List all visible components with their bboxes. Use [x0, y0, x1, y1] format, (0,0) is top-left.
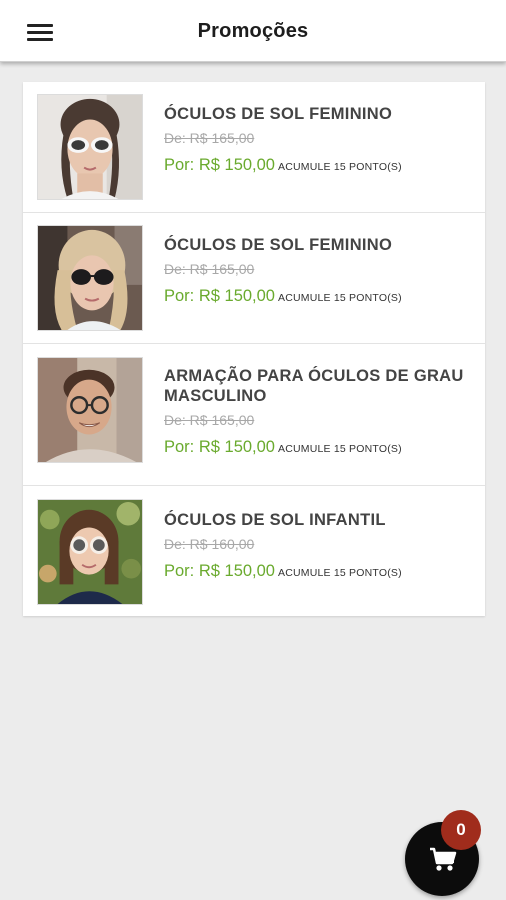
new-price: Por: R$ 150,00	[164, 438, 275, 456]
old-price: De: R$ 165,00	[164, 412, 255, 428]
old-price: De: R$ 165,00	[164, 261, 255, 277]
shopping-cart-icon	[430, 847, 457, 871]
product-name: ARMAÇÃO PARA ÓCULOS DE GRAU MASCULINO	[164, 367, 464, 405]
product-name: ÓCULOS DE SOL FEMININO	[164, 236, 393, 254]
points-label: ACUMULE 15 PONTO(S)	[278, 567, 402, 579]
promotions-list: ÓCULOS DE SOL FEMININO De: R$ 165,00 Por…	[23, 82, 485, 616]
man-eyeglasses-photo	[38, 358, 142, 462]
product-name: ÓCULOS DE SOL FEMININO	[164, 105, 393, 123]
cart-count-badge: 0	[441, 810, 481, 850]
price-line: Por: R$ 150,00 ACUMULE 15 PONTO(S)	[164, 286, 475, 308]
new-price: Por: R$ 150,00	[164, 287, 275, 305]
woman-white-sunglasses-photo	[38, 95, 142, 199]
product-info: ÓCULOS DE SOL FEMININO De: R$ 165,00 Por…	[164, 235, 475, 308]
points-label: ACUMULE 15 PONTO(S)	[278, 161, 402, 173]
price-line: Por: R$ 150,00 ACUMULE 15 PONTO(S)	[164, 561, 475, 583]
product-image	[37, 94, 143, 200]
points-label: ACUMULE 15 PONTO(S)	[278, 292, 402, 304]
product-image	[37, 357, 143, 463]
app-bar: Promoções	[0, 0, 506, 62]
product-name: ÓCULOS DE SOL INFANTIL	[164, 511, 386, 529]
list-item[interactable]: ARMAÇÃO PARA ÓCULOS DE GRAU MASCULINO De…	[23, 344, 485, 486]
woman-dark-sunglasses-photo	[38, 226, 142, 330]
new-price: Por: R$ 150,00	[164, 156, 275, 174]
price-line: Por: R$ 150,00 ACUMULE 15 PONTO(S)	[164, 437, 475, 459]
points-label: ACUMULE 15 PONTO(S)	[278, 443, 402, 455]
list-item[interactable]: ÓCULOS DE SOL FEMININO De: R$ 165,00 Por…	[23, 213, 485, 344]
child-sunglasses-photo	[38, 500, 142, 604]
list-item[interactable]: ÓCULOS DE SOL FEMININO De: R$ 165,00 Por…	[23, 82, 485, 213]
product-info: ÓCULOS DE SOL INFANTIL De: R$ 160,00 Por…	[164, 510, 475, 583]
page-title: Promoções	[197, 20, 309, 42]
new-price: Por: R$ 150,00	[164, 562, 275, 580]
product-image	[37, 499, 143, 605]
list-item[interactable]: ÓCULOS DE SOL INFANTIL De: R$ 160,00 Por…	[23, 486, 485, 616]
old-price: De: R$ 165,00	[164, 130, 255, 146]
old-price: De: R$ 160,00	[164, 536, 255, 552]
product-info: ARMAÇÃO PARA ÓCULOS DE GRAU MASCULINO De…	[164, 366, 475, 459]
price-line: Por: R$ 150,00 ACUMULE 15 PONTO(S)	[164, 155, 475, 177]
product-image	[37, 225, 143, 331]
product-info: ÓCULOS DE SOL FEMININO De: R$ 165,00 Por…	[164, 104, 475, 177]
